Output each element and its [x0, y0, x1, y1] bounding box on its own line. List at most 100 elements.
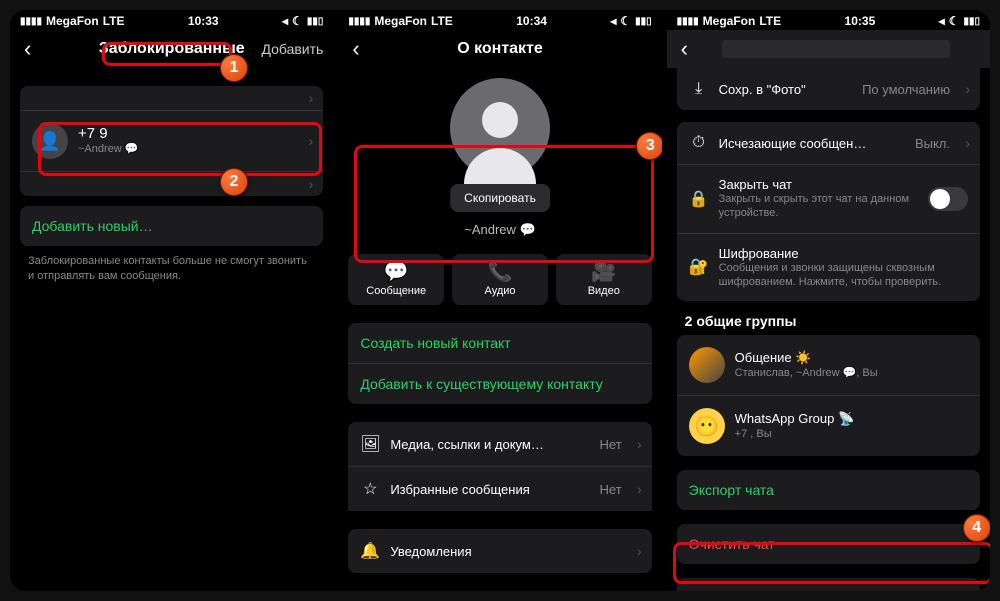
avatar-large [338, 68, 661, 178]
hint-text: Заблокированные контакты больше не смогу… [10, 246, 333, 293]
group-name: WhatsApp Group 📡 [735, 411, 968, 427]
carrier-label: MegaFon [46, 14, 99, 28]
unblock-contact-link[interactable]: Разблокировать контакт +7 9 [677, 578, 980, 591]
video-label: Видео [560, 285, 648, 297]
back-button[interactable]: ‹ [20, 36, 35, 62]
contact-name-label: ~Andrew 💬 [78, 142, 138, 156]
screen-blocked-list: ▮▮▮▮ MegaFon LTE 10:33 ◂ ☾ ▮▮▯ ‹ Заблокирова… [10, 10, 333, 591]
group-members: +7 , Вы [735, 427, 968, 441]
blocked-row-empty-2[interactable]: › [20, 171, 323, 196]
status-bar: ▮▮▮▮MegaFonLTE 10:34 ◂☾▮▮▯ [338, 10, 661, 30]
network-label: LTE [431, 14, 453, 28]
battery-icon: ▮▮▯ [963, 16, 980, 27]
group-row-2[interactable]: 😶 WhatsApp Group 📡 +7 , Вы [677, 395, 980, 456]
bell-icon: 🔔 [360, 541, 380, 561]
add-existing-contact-link[interactable]: Добавить к существующему контакту [348, 363, 651, 404]
starred-value: Нет [600, 482, 622, 497]
create-contact-link[interactable]: Создать новый контакт [348, 323, 651, 363]
navbar: ‹ [667, 30, 990, 68]
chevron-right-icon: › [965, 81, 970, 97]
save-photo-row[interactable]: ⤓ Сохр. в "Фото" По умолчанию › [677, 68, 980, 110]
carrier-label: MegaFon [703, 14, 756, 28]
notifications-label: Уведомления [390, 544, 471, 559]
notifications-row[interactable]: 🔔 Уведомления › [348, 529, 651, 573]
group-members: Станислав, ~Andrew 💬, Вы [735, 366, 968, 380]
copy-tooltip[interactable]: Скопировать [450, 184, 550, 212]
starred-label: Избранные сообщения [390, 482, 529, 497]
encryption-row[interactable]: 🔐 Шифрование Сообщения и звонки защищены… [677, 233, 980, 302]
chevron-right-icon: › [309, 176, 314, 192]
screen-contact-settings: ▮▮▮▮MegaFonLTE 10:35 ◂☾▮▮▯ ‹ ⤓ Сохр. в "… [667, 10, 990, 591]
disappearing-row[interactable]: ⏱ Исчезающие сообщен… Выкл. › [677, 122, 980, 164]
screen-contact-info: ▮▮▮▮MegaFonLTE 10:34 ◂☾▮▮▯ ‹ О контакте … [338, 10, 661, 591]
audio-button[interactable]: 📞Аудио [452, 254, 548, 305]
clock-label: 10:35 [845, 14, 876, 28]
clear-chat-link[interactable]: Очистить чат [677, 524, 980, 564]
moon-icon: ☾ [620, 14, 631, 28]
chat-icon: 💬 [352, 262, 440, 282]
clock-label: 10:33 [188, 14, 219, 28]
add-new-link[interactable]: Добавить новый… [20, 206, 323, 246]
groups-section-label: 2 общие группы [667, 301, 990, 335]
save-photo-label: Сохр. в "Фото" [719, 82, 806, 97]
location-icon: ◂ [282, 14, 288, 28]
disappearing-value: Выкл. [915, 136, 950, 151]
video-button[interactable]: 🎥 Видео [556, 254, 652, 305]
status-bar: ▮▮▮▮MegaFonLTE 10:35 ◂☾▮▮▯ [667, 10, 990, 30]
signal-icon: ▮▮▮▮ [20, 16, 42, 27]
network-label: LTE [759, 14, 781, 28]
signal-icon: ▮▮▮▮ [348, 16, 370, 27]
signal-icon: ▮▮▮▮ [677, 16, 699, 27]
video-icon: 🎥 [560, 262, 648, 282]
chevron-right-icon: › [637, 543, 642, 559]
contact-name-sub: ~Andrew 💬 [338, 222, 661, 238]
media-value: Нет [600, 437, 622, 452]
phone-icon: 📞 [456, 262, 544, 282]
save-photo-value: По умолчанию [862, 82, 950, 97]
location-icon: ◂ [939, 14, 945, 28]
encryption-label: Шифрование [719, 246, 968, 261]
action-buttons: 💬 Сообщение 📞Аудио 🎥 Видео [348, 254, 651, 305]
blocked-row-empty[interactable]: › [20, 86, 323, 110]
add-button[interactable]: Добавить [261, 41, 323, 57]
clock-label: 10:34 [516, 14, 547, 28]
message-button[interactable]: 💬 Сообщение [348, 254, 444, 305]
battery-icon: ▮▮▯ [635, 16, 652, 27]
group-avatar: 😶 [689, 408, 725, 444]
location-icon: ◂ [610, 14, 616, 28]
padlock-icon: 🔐 [689, 257, 709, 277]
avatar-icon: 👤 [32, 123, 68, 159]
lock-chat-row[interactable]: 🔒 Закрыть чат Закрыть и скрыть этот чат … [677, 164, 980, 233]
lock-chat-toggle[interactable] [928, 187, 968, 211]
step-badge-1: 1 [220, 54, 248, 82]
chevron-right-icon: › [965, 135, 970, 151]
network-label: LTE [103, 14, 125, 28]
timer-icon: ⏱ [689, 134, 709, 152]
chevron-right-icon: › [309, 90, 314, 106]
lock-chat-sub: Закрыть и скрыть этот чат на данном устр… [719, 192, 918, 221]
battery-icon: ▮▮▯ [307, 16, 324, 27]
navbar: ‹ Заблокированные Добавить [10, 30, 333, 68]
message-label: Сообщение [352, 285, 440, 297]
back-button[interactable]: ‹ [348, 36, 363, 62]
download-icon: ⤓ [689, 80, 709, 98]
media-label: Медиа, ссылки и докум… [390, 437, 544, 452]
disappearing-label: Исчезающие сообщен… [719, 136, 867, 151]
star-icon: ☆ [360, 479, 380, 499]
contact-phone-label: +7 9 [78, 125, 138, 142]
lock-icon: 🔒 [689, 189, 709, 209]
export-chat-link[interactable]: Экспорт чата [677, 470, 980, 510]
blocked-contact-row[interactable]: 👤 +7 9 ~Andrew 💬 › [20, 110, 323, 171]
media-row[interactable]: 🖼 Медиа, ссылки и докум… Нет › [348, 422, 651, 466]
page-title: О контакте [338, 40, 661, 58]
group-name: Общение ☀️ [735, 350, 968, 366]
back-button[interactable]: ‹ [677, 36, 692, 62]
encryption-sub: Сообщения и звонки защищены сквозным шиф… [719, 261, 968, 290]
group-row-1[interactable]: Общение ☀️ Станислав, ~Andrew 💬, Вы [677, 335, 980, 395]
step-badge-2: 2 [220, 168, 248, 196]
title-placeholder [722, 40, 950, 58]
starred-row[interactable]: ☆ Избранные сообщения Нет › [348, 466, 651, 511]
status-bar: ▮▮▮▮ MegaFon LTE 10:33 ◂ ☾ ▮▮▯ [10, 10, 333, 30]
lock-chat-label: Закрыть чат [719, 177, 918, 192]
moon-icon: ☾ [292, 14, 303, 28]
